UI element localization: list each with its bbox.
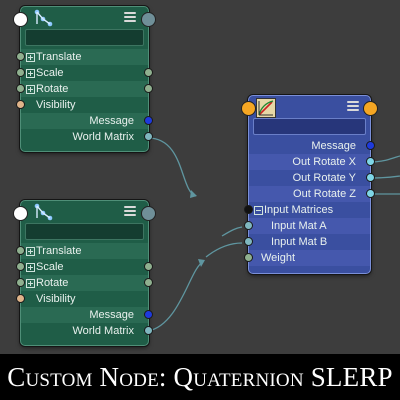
node-editor-canvas[interactable]: Translate Scale Rotate Visibility Messag… xyxy=(0,0,400,354)
output-plug[interactable] xyxy=(144,84,153,93)
attr-row-translate[interactable]: Translate xyxy=(16,243,148,259)
input-label: Weight xyxy=(261,252,296,264)
output-label: Out Rotate Y xyxy=(292,172,356,184)
menu-icon[interactable] xyxy=(347,101,359,112)
output-row-message[interactable]: Message xyxy=(249,138,375,154)
attr-label: Rotate xyxy=(36,277,69,289)
attr-label: Scale xyxy=(36,261,64,273)
output-row-out-rotate-y[interactable]: Out Rotate Y xyxy=(249,170,375,186)
output-plug[interactable] xyxy=(144,116,153,125)
caption-text: Custom Node: Quaternion SLERP xyxy=(7,362,393,392)
expand-icon[interactable] xyxy=(26,247,35,256)
expand-icon[interactable] xyxy=(26,263,35,272)
expand-icon[interactable] xyxy=(26,69,35,78)
attr-row-translate[interactable]: Translate xyxy=(16,49,148,65)
node-name-field[interactable] xyxy=(25,29,144,46)
attr-label: Translate xyxy=(36,245,82,257)
attr-label: Scale xyxy=(36,67,64,79)
menu-icon[interactable] xyxy=(124,12,136,23)
output-row-out-rotate-z[interactable]: Out Rotate Z xyxy=(249,186,375,202)
output-plug[interactable] xyxy=(366,141,375,150)
input-connector-dot[interactable] xyxy=(13,206,28,221)
output-plug[interactable] xyxy=(144,310,153,319)
input-plug[interactable] xyxy=(244,221,253,230)
collapse-icon[interactable] xyxy=(254,206,263,215)
attr-row-scale[interactable]: Scale xyxy=(16,65,153,81)
attr-row-rotate[interactable]: Rotate xyxy=(16,275,153,291)
input-plug[interactable] xyxy=(16,52,25,61)
output-label: Out Rotate X xyxy=(292,156,356,168)
wire-arrow-a xyxy=(190,190,197,198)
attr-row-visibility[interactable]: Visibility xyxy=(16,291,148,307)
caption-banner: Custom Node: Quaternion SLERP xyxy=(0,354,400,400)
input-plug[interactable] xyxy=(16,278,25,287)
wire-node2-worldmatrix-to-input-mat-b[interactable] xyxy=(147,261,204,332)
output-connector-dot[interactable] xyxy=(141,12,156,27)
input-plug[interactable] xyxy=(16,68,25,77)
wire-arrow-b xyxy=(198,259,205,267)
input-label: Input Mat A xyxy=(271,220,327,232)
attr-row-rotate[interactable]: Rotate xyxy=(16,81,153,97)
input-connector-dot[interactable] xyxy=(241,101,256,116)
expand-icon[interactable] xyxy=(26,279,35,288)
group-label: Input Matrices xyxy=(264,204,334,216)
output-label: Message xyxy=(89,309,134,321)
node-name-field[interactable] xyxy=(25,223,144,240)
joint-node-1[interactable]: Translate Scale Rotate Visibility Messag… xyxy=(13,6,156,152)
quaternion-slerp-node[interactable]: Message Out Rotate X Out Rotate Y Out Ro… xyxy=(241,95,378,274)
output-label: Message xyxy=(89,115,134,127)
output-connector-dot[interactable] xyxy=(141,206,156,221)
output-row-world-matrix[interactable]: World Matrix xyxy=(21,129,153,145)
wire-node1-worldmatrix-to-input-mat-a[interactable] xyxy=(147,137,197,197)
output-plug[interactable] xyxy=(366,157,375,166)
input-plug[interactable] xyxy=(244,205,253,214)
expand-icon[interactable] xyxy=(26,53,35,62)
node-name-field[interactable] xyxy=(253,118,366,135)
output-plug[interactable] xyxy=(144,68,153,77)
input-plug[interactable] xyxy=(16,246,25,255)
output-label: World Matrix xyxy=(72,131,134,143)
output-plug[interactable] xyxy=(144,132,153,141)
menu-icon[interactable] xyxy=(124,206,136,217)
input-plug[interactable] xyxy=(16,294,25,303)
attr-label: Visibility xyxy=(36,293,76,305)
output-plug[interactable] xyxy=(366,189,375,198)
attr-label: Visibility xyxy=(36,99,76,111)
output-plug[interactable] xyxy=(144,326,153,335)
output-plug[interactable] xyxy=(144,278,153,287)
wire-input-mat-b-tail xyxy=(205,242,243,258)
attr-label: Rotate xyxy=(36,83,69,95)
input-row-weight[interactable]: Weight xyxy=(244,250,370,266)
input-label: Input Mat B xyxy=(271,236,328,248)
output-plug[interactable] xyxy=(366,173,375,182)
output-row-message[interactable]: Message xyxy=(21,113,153,129)
output-connector-dot[interactable] xyxy=(363,101,378,116)
input-plug[interactable] xyxy=(16,100,25,109)
input-plug[interactable] xyxy=(16,84,25,93)
input-row-mat-a[interactable]: Input Mat A xyxy=(244,218,370,234)
attr-row-scale[interactable]: Scale xyxy=(16,259,153,275)
output-row-message[interactable]: Message xyxy=(21,307,153,323)
input-connector-dot[interactable] xyxy=(13,12,28,27)
wire-input-mat-a-tail xyxy=(221,226,243,237)
input-row-mat-b[interactable]: Input Mat B xyxy=(244,234,370,250)
output-row-out-rotate-x[interactable]: Out Rotate X xyxy=(249,154,375,170)
attr-label: Translate xyxy=(36,51,82,63)
output-plug[interactable] xyxy=(144,262,153,271)
input-group-row[interactable]: Input Matrices xyxy=(244,202,370,218)
output-row-world-matrix[interactable]: World Matrix xyxy=(21,323,153,339)
output-label: Message xyxy=(311,140,356,152)
input-plug[interactable] xyxy=(244,237,253,246)
input-plug[interactable] xyxy=(16,262,25,271)
expand-icon[interactable] xyxy=(26,85,35,94)
input-plug[interactable] xyxy=(244,253,253,262)
output-label: World Matrix xyxy=(72,325,134,337)
joint-node-2[interactable]: Translate Scale Rotate Visibility Messag… xyxy=(13,200,156,346)
attr-row-visibility[interactable]: Visibility xyxy=(16,97,148,113)
output-label: Out Rotate Z xyxy=(293,188,356,200)
